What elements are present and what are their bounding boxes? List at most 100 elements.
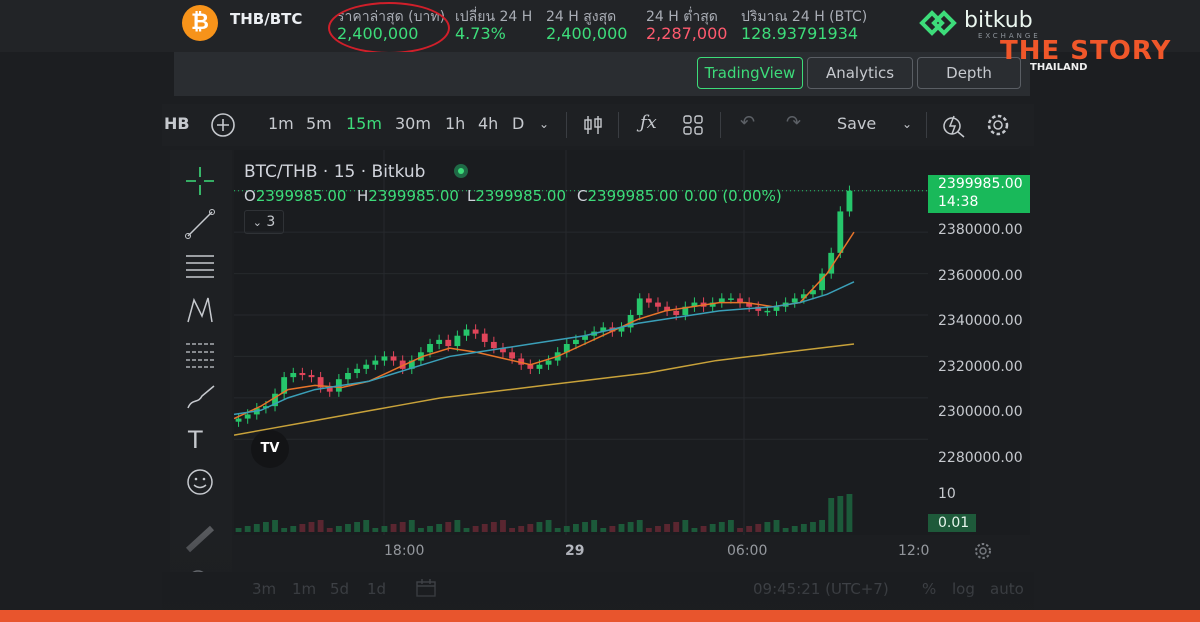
text-tool-icon[interactable]: T bbox=[188, 426, 203, 454]
range-5d[interactable]: 5d bbox=[330, 580, 349, 598]
ohlc-close-label: C bbox=[577, 187, 588, 205]
tab-analytics[interactable]: Analytics bbox=[807, 57, 913, 89]
candle-body bbox=[436, 339, 443, 344]
volume-bar bbox=[655, 526, 661, 532]
ohlc-high-value: 2399985.00 bbox=[368, 187, 459, 205]
last-price-tag: 2399985.00 14:38 bbox=[928, 175, 1030, 213]
volume-bar bbox=[408, 520, 415, 532]
candle-body bbox=[372, 360, 379, 365]
ohlc-high-label: H bbox=[357, 187, 369, 205]
volume-bar bbox=[828, 498, 835, 532]
bitkub-name: bitkub bbox=[964, 8, 1033, 33]
interval-5m[interactable]: 5m bbox=[306, 114, 332, 133]
bitkub-logo-icon bbox=[919, 10, 957, 36]
volume-bar bbox=[272, 520, 278, 532]
save-button[interactable]: Save bbox=[837, 114, 876, 133]
range-3m[interactable]: 3m bbox=[252, 580, 276, 598]
interval-1m[interactable]: 1m bbox=[268, 114, 294, 133]
log-toggle[interactable]: log bbox=[952, 580, 975, 598]
candle-body bbox=[645, 298, 652, 303]
add-symbol-icon[interactable] bbox=[210, 112, 236, 138]
volume-bar bbox=[518, 526, 525, 532]
volume-bar bbox=[563, 526, 570, 532]
volume-bar bbox=[335, 526, 342, 532]
range-1d[interactable]: 1d bbox=[367, 580, 386, 598]
volume-bar bbox=[846, 494, 853, 532]
interval-4h[interactable]: 4h bbox=[478, 114, 498, 133]
axis-settings-icon[interactable] bbox=[973, 541, 993, 561]
redo-icon[interactable]: ↷ bbox=[786, 112, 801, 133]
high-24h-value: 2,400,000 bbox=[546, 24, 628, 43]
candle-body bbox=[308, 375, 315, 378]
settings-icon[interactable] bbox=[985, 112, 1011, 138]
volume-bar bbox=[591, 520, 598, 532]
volume-bar bbox=[527, 524, 534, 532]
candle-body bbox=[445, 339, 452, 347]
volume-bar bbox=[472, 526, 479, 532]
emoji-icon[interactable] bbox=[180, 466, 220, 498]
interval-1h[interactable]: 1h bbox=[445, 114, 465, 133]
volume-bar bbox=[463, 528, 470, 532]
ohlc-change-value: 0.00 (0.00%) bbox=[684, 187, 782, 205]
price-chart[interactable] bbox=[234, 150, 928, 535]
ruler-icon[interactable] bbox=[180, 522, 220, 554]
volume-bar bbox=[500, 520, 506, 532]
volume-bar bbox=[755, 524, 762, 532]
horizontal-lines-icon[interactable] bbox=[180, 250, 220, 282]
fib-retracement-icon[interactable] bbox=[180, 338, 220, 370]
brand-bar bbox=[0, 610, 1200, 622]
change-24h-value: 4.73% bbox=[455, 24, 506, 43]
ma-mid-line bbox=[234, 281, 855, 416]
candle-body bbox=[764, 310, 771, 313]
volume-bar bbox=[390, 524, 397, 532]
candle-body bbox=[636, 298, 643, 315]
last-volume-tag: 0.01 bbox=[928, 514, 976, 532]
volume-bar bbox=[253, 524, 260, 532]
ohlc-close-price: 2399985.00 bbox=[587, 187, 679, 205]
volume-bar bbox=[645, 528, 652, 532]
quick-search-icon[interactable] bbox=[940, 112, 966, 138]
crosshair-icon[interactable] bbox=[180, 165, 220, 197]
price-axis-tick: 2360000.00 bbox=[938, 268, 1023, 284]
interval-15m[interactable]: 15m bbox=[346, 114, 382, 133]
interval-dropdown-icon[interactable]: ⌄ bbox=[539, 117, 549, 131]
clock: 09:45:21 (UTC+7) bbox=[753, 580, 889, 598]
layouts-icon[interactable] bbox=[682, 114, 704, 136]
percent-toggle[interactable]: % bbox=[922, 580, 936, 598]
ohlc-open-label: O bbox=[244, 187, 256, 205]
interval-d[interactable]: D bbox=[512, 114, 524, 133]
calendar-icon[interactable] bbox=[415, 578, 437, 598]
range-1m[interactable]: 1m bbox=[292, 580, 316, 598]
toolbar-separator bbox=[618, 112, 619, 138]
candle-body bbox=[490, 341, 497, 349]
candle-body bbox=[235, 418, 242, 422]
save-dropdown-icon[interactable]: ⌄ bbox=[902, 117, 912, 131]
indicators-toggle[interactable]: ⌄ 3 bbox=[244, 210, 284, 234]
indicators-icon[interactable]: ƒx bbox=[640, 112, 657, 133]
bitkub-logo: bitkub EXCHANGE bbox=[918, 8, 1038, 42]
auto-toggle[interactable]: auto bbox=[990, 580, 1024, 598]
candle-body bbox=[673, 310, 680, 315]
time-axis-tick: 29 bbox=[565, 543, 585, 559]
volume-bar bbox=[354, 522, 361, 532]
brush-icon[interactable] bbox=[180, 382, 220, 414]
candle-body bbox=[299, 373, 306, 376]
tab-tradingview[interactable]: TradingView bbox=[697, 57, 803, 89]
volume-bar bbox=[481, 524, 488, 532]
volume-bar bbox=[427, 526, 433, 532]
volume-bar bbox=[737, 528, 743, 532]
volume-axis-tick: 10 bbox=[938, 486, 956, 502]
volume-bar bbox=[819, 520, 826, 532]
pattern-icon[interactable] bbox=[180, 294, 220, 326]
volume-bar bbox=[281, 528, 288, 532]
interval-30m[interactable]: 30m bbox=[395, 114, 431, 133]
price-axis-tick: 2380000.00 bbox=[938, 222, 1023, 238]
undo-icon[interactable]: ↶ bbox=[740, 112, 755, 133]
pair-name[interactable]: THB/BTC bbox=[230, 10, 302, 28]
candles-icon[interactable] bbox=[582, 114, 604, 136]
volume-bar bbox=[262, 522, 269, 532]
trend-line-icon[interactable] bbox=[180, 208, 220, 240]
candle-body bbox=[773, 306, 780, 311]
candle-body bbox=[290, 373, 297, 378]
symbol-fragment[interactable]: HB bbox=[164, 114, 190, 133]
